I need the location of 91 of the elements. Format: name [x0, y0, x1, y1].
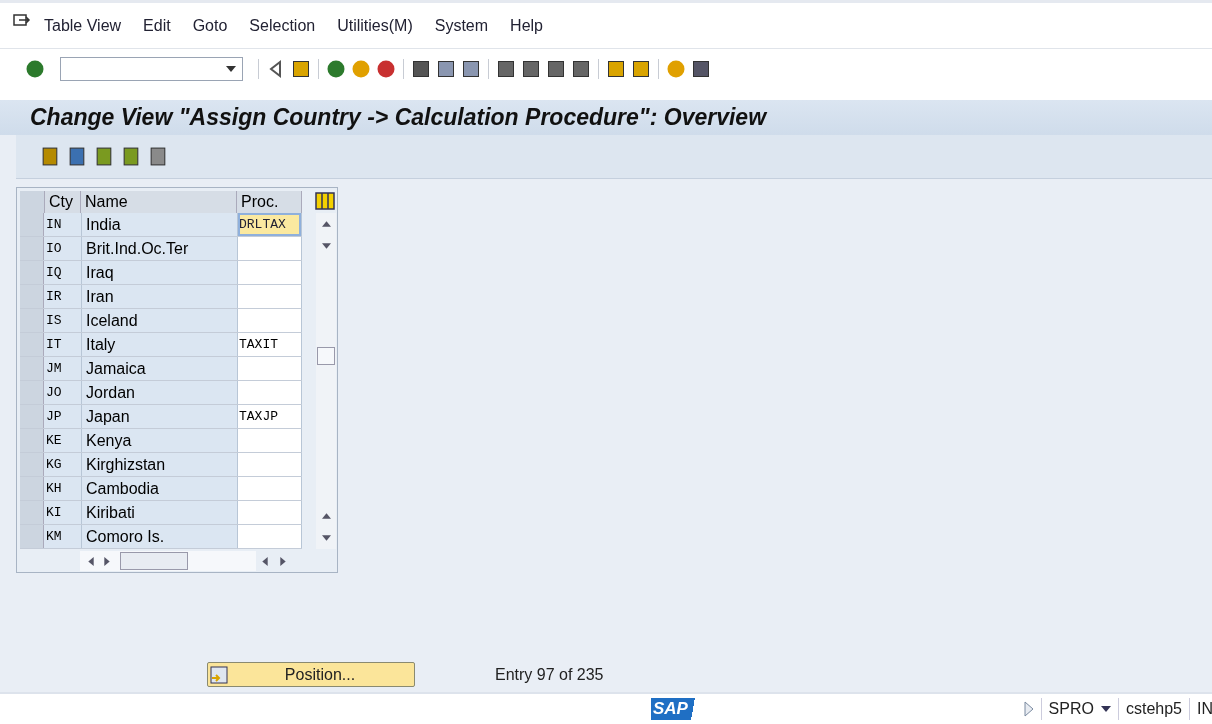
input-field[interactable]: TAXIT [238, 333, 302, 356]
table-cell: Iran [82, 285, 238, 308]
input-mode: IN [1197, 700, 1212, 718]
scroll-left-icon[interactable] [262, 556, 268, 566]
row-selector[interactable] [20, 261, 44, 284]
input-field[interactable] [238, 237, 302, 260]
table-cell: India [82, 213, 238, 236]
table-cell: IR [44, 285, 82, 308]
table-cell: IO [44, 237, 82, 260]
column-settings-icon[interactable] [315, 191, 335, 211]
scroll-down-icon[interactable] [321, 535, 331, 541]
table-cell: KI [44, 501, 82, 524]
expand-icon[interactable] [1023, 701, 1034, 717]
row-selector[interactable] [20, 309, 44, 332]
input-field[interactable] [238, 357, 302, 380]
menu-item[interactable]: Table View [44, 16, 122, 35]
table-cell: Brit.Ind.Oc.Ter [82, 237, 238, 260]
input-field[interactable] [238, 525, 302, 548]
table-cell: JP [44, 405, 82, 428]
scroll-right-icon[interactable] [280, 556, 286, 566]
table-cell: Kiribati [82, 501, 238, 524]
table-cell: IN [44, 213, 82, 236]
scroll-down-icon[interactable] [321, 243, 331, 249]
input-field[interactable] [238, 261, 302, 284]
column-header[interactable]: Name [81, 191, 237, 213]
row-selector[interactable] [20, 453, 44, 476]
row-selector[interactable] [20, 429, 44, 452]
table-cell: KM [44, 525, 82, 548]
position-icon [210, 665, 228, 684]
table-cell: Kenya [82, 429, 238, 452]
row-selector[interactable] [20, 405, 44, 428]
table-cell: JM [44, 357, 82, 380]
table-cell: IS [44, 309, 82, 332]
menu-item[interactable]: Utilities(M) [337, 16, 413, 35]
position-button[interactable]: Position... [207, 662, 415, 687]
table-cell: Japan [82, 405, 238, 428]
entry-count: Entry 97 of 235 [495, 665, 604, 684]
vertical-scrollbar[interactable] [316, 213, 336, 549]
row-selector[interactable] [20, 381, 44, 404]
table-cell: KE [44, 429, 82, 452]
input-field[interactable] [238, 429, 302, 452]
menu-item[interactable]: Selection [249, 16, 316, 35]
table-cell: Kirghizstan [82, 453, 238, 476]
row-selector[interactable] [20, 285, 44, 308]
input-field[interactable] [238, 477, 302, 500]
dropdown-icon[interactable] [226, 65, 236, 72]
row-selector[interactable] [20, 501, 44, 524]
table-cell: Comoro Is. [82, 525, 238, 548]
command-field[interactable] [60, 56, 243, 81]
scroll-right-icon[interactable] [104, 556, 110, 566]
row-selector[interactable] [20, 333, 44, 356]
menu-item[interactable]: Edit [143, 16, 171, 35]
table-cell: KG [44, 453, 82, 476]
row-selector[interactable] [20, 213, 44, 236]
table-cell: Iraq [82, 261, 238, 284]
table-cell: IQ [44, 261, 82, 284]
scroll-thumb[interactable] [317, 347, 335, 365]
scroll-left-icon[interactable] [88, 556, 94, 566]
column-header[interactable]: Proc. [237, 191, 302, 213]
menu-item[interactable]: Goto [192, 16, 228, 35]
system-name: cstehp5 [1125, 700, 1182, 718]
table-cell: Cambodia [82, 477, 238, 500]
screen-title: Change View "Assign Country -> Calculation Procedure": Overview [30, 104, 767, 131]
menu-item[interactable]: System [434, 16, 489, 35]
scroll-up-icon[interactable] [321, 221, 331, 227]
row-selector[interactable] [20, 477, 44, 500]
row-selector[interactable] [20, 237, 44, 260]
input-field[interactable]: TAXJP [238, 405, 302, 428]
scroll-up-icon[interactable] [321, 513, 331, 519]
row-selector[interactable] [20, 525, 44, 548]
select-all-button[interactable] [20, 191, 45, 213]
table-cell: Italy [82, 333, 238, 356]
table-cell: JO [44, 381, 82, 404]
transaction-code[interactable]: SPRO [1048, 700, 1094, 718]
table-cell: Jamaica [82, 357, 238, 380]
scroll-thumb[interactable] [120, 552, 188, 570]
input-field[interactable] [238, 453, 302, 476]
horizontal-scrollbar[interactable] [80, 551, 256, 571]
input-field[interactable] [238, 309, 302, 332]
table-cell: KH [44, 477, 82, 500]
column-header[interactable]: Cty [45, 191, 81, 213]
menu-item[interactable]: Help [510, 16, 543, 35]
dropdown-icon[interactable] [1100, 706, 1111, 712]
table-cell: IT [44, 333, 82, 356]
table-cell: Iceland [82, 309, 238, 332]
table-cell: Jordan [82, 381, 238, 404]
input-field[interactable] [238, 381, 302, 404]
input-field[interactable] [238, 501, 302, 524]
input-field[interactable] [238, 285, 302, 308]
input-field[interactable]: DRLTAX [238, 213, 302, 236]
row-selector[interactable] [20, 357, 44, 380]
